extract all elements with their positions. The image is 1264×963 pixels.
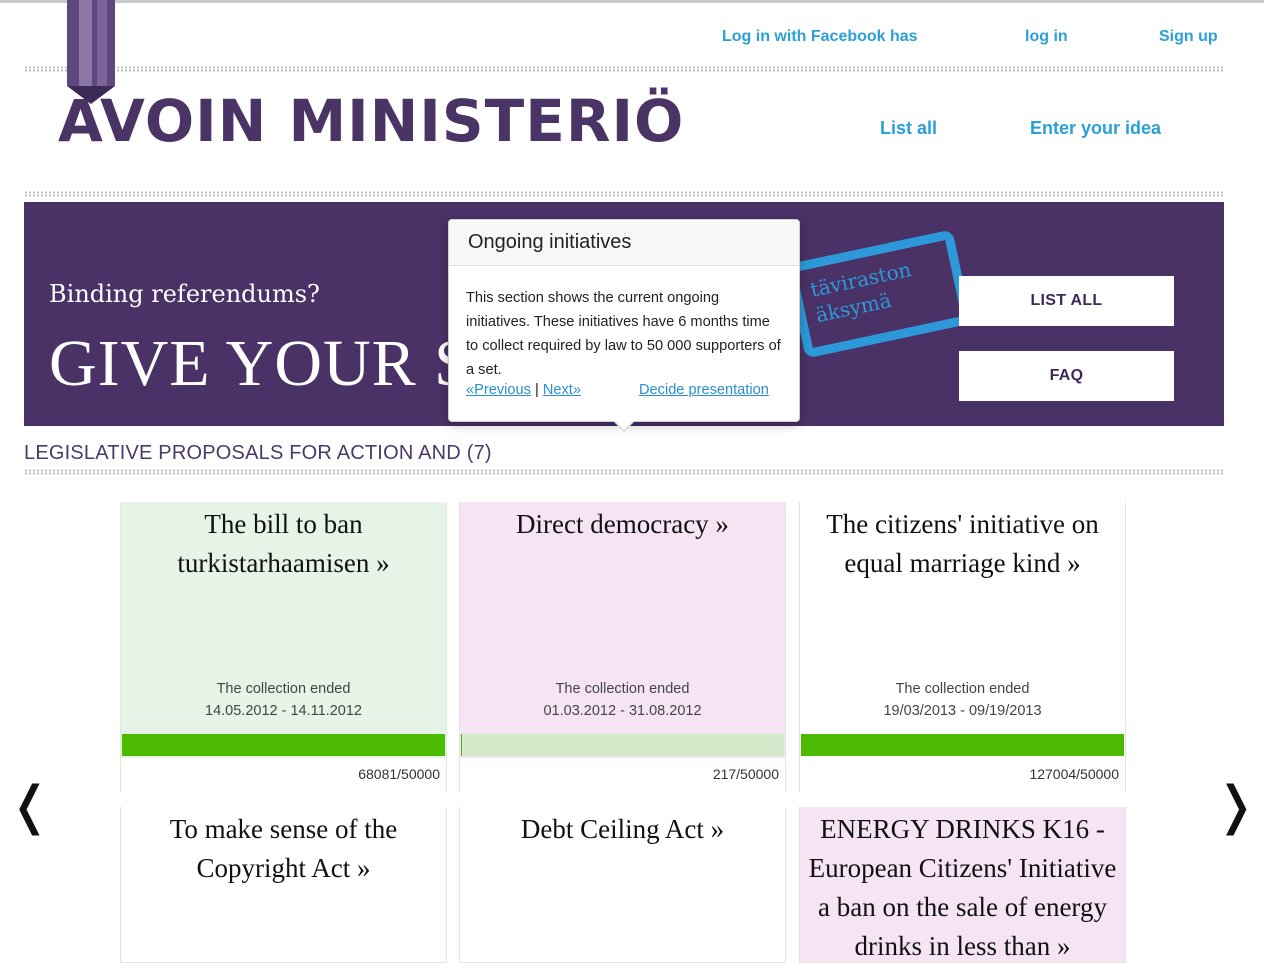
- previous-link[interactable]: «Previous: [466, 382, 531, 398]
- initiative-card[interactable]: ENERGY DRINKS K16 - European Citizens' I…: [799, 807, 1126, 963]
- initiative-card[interactable]: Debt Ceiling Act »: [459, 807, 786, 963]
- carousel-next-icon[interactable]: ❭: [1214, 780, 1258, 832]
- progress-fill: [461, 734, 463, 756]
- collection-status: The collection ended 19/03/2013 - 09/19/…: [800, 678, 1125, 722]
- initiative-card[interactable]: The bill to ban turkistarhaamisen » The …: [120, 502, 447, 792]
- stamp-graphic: täviraston äksymä: [785, 229, 973, 359]
- separator: |: [534, 382, 539, 398]
- signature-count: 217/50000: [712, 766, 779, 782]
- card-footer: 127004/50000: [800, 758, 1125, 792]
- next-link[interactable]: Next»: [543, 382, 581, 398]
- card-footer: 68081/50000: [121, 758, 446, 792]
- status-text: The collection ended: [895, 681, 1030, 697]
- banner-kicker: Binding referendums?: [49, 280, 320, 308]
- status-text: The collection ended: [216, 681, 351, 697]
- banner-headline: GIVE YOUR S: [49, 327, 472, 400]
- tour-popover: Ongoing initiatives This section shows t…: [448, 219, 800, 432]
- decide-presentation-link[interactable]: Decide presentation: [639, 382, 769, 398]
- progress-fill: [122, 734, 445, 756]
- initiative-card[interactable]: To make sense of the Copyright Act »: [120, 807, 447, 963]
- logo-wordmark: AVOIN MINISTERIÖ: [58, 87, 685, 155]
- site-logo[interactable]: AVOIN MINISTERIÖ: [28, 0, 683, 165]
- popover-title: Ongoing initiatives: [449, 220, 799, 266]
- initiative-card[interactable]: The citizens' initiative on equal marria…: [799, 502, 1126, 792]
- popover-pagination: «Previous | Next»: [466, 382, 581, 398]
- carousel-prev-icon[interactable]: ❬: [8, 780, 52, 832]
- collection-dates: 01.03.2012 - 31.08.2012: [543, 703, 702, 719]
- divider: [24, 191, 1224, 197]
- collection-dates: 14.05.2012 - 14.11.2012: [205, 703, 362, 719]
- signature-count: 127004/50000: [1029, 766, 1119, 782]
- section-heading: LEGISLATIVE PROPOSALS FOR ACTION AND (7): [24, 442, 492, 464]
- collection-status: The collection ended 14.05.2012 - 14.11.…: [121, 678, 446, 722]
- initiative-title[interactable]: Direct democracy »: [460, 502, 785, 544]
- initiative-title[interactable]: ENERGY DRINKS K16 - European Citizens' I…: [800, 807, 1125, 963]
- progress-bar: [801, 734, 1124, 756]
- nav-enter-idea[interactable]: Enter your idea: [1030, 118, 1161, 139]
- initiative-card[interactable]: Direct democracy » The collection ended …: [459, 502, 786, 792]
- signup-link[interactable]: Sign up: [1159, 28, 1218, 46]
- popover-arrow: [614, 412, 634, 432]
- initiative-title[interactable]: Debt Ceiling Act »: [460, 807, 785, 849]
- nav-list-all[interactable]: List all: [880, 118, 937, 139]
- faq-button[interactable]: FAQ: [959, 351, 1174, 401]
- divider: [24, 469, 1224, 475]
- progress-bar: [122, 734, 445, 756]
- popover-body: This section shows the current ongoing i…: [466, 290, 781, 378]
- collection-dates: 19/03/2013 - 09/19/2013: [883, 703, 1042, 719]
- facebook-login-link[interactable]: Log in with Facebook has: [722, 28, 918, 46]
- progress-bar: [461, 734, 784, 756]
- signature-count: 68081/50000: [358, 766, 440, 782]
- initiative-title[interactable]: To make sense of the Copyright Act »: [121, 807, 446, 888]
- progress-fill: [801, 734, 1124, 756]
- status-text: The collection ended: [555, 681, 690, 697]
- initiative-title[interactable]: The bill to ban turkistarhaamisen »: [121, 502, 446, 583]
- collection-status: The collection ended 01.03.2012 - 31.08.…: [460, 678, 785, 722]
- list-all-button[interactable]: LIST ALL: [959, 276, 1174, 326]
- login-link[interactable]: log in: [1025, 28, 1068, 46]
- card-footer: 217/50000: [460, 758, 785, 792]
- initiative-title[interactable]: The citizens' initiative on equal marria…: [800, 502, 1125, 583]
